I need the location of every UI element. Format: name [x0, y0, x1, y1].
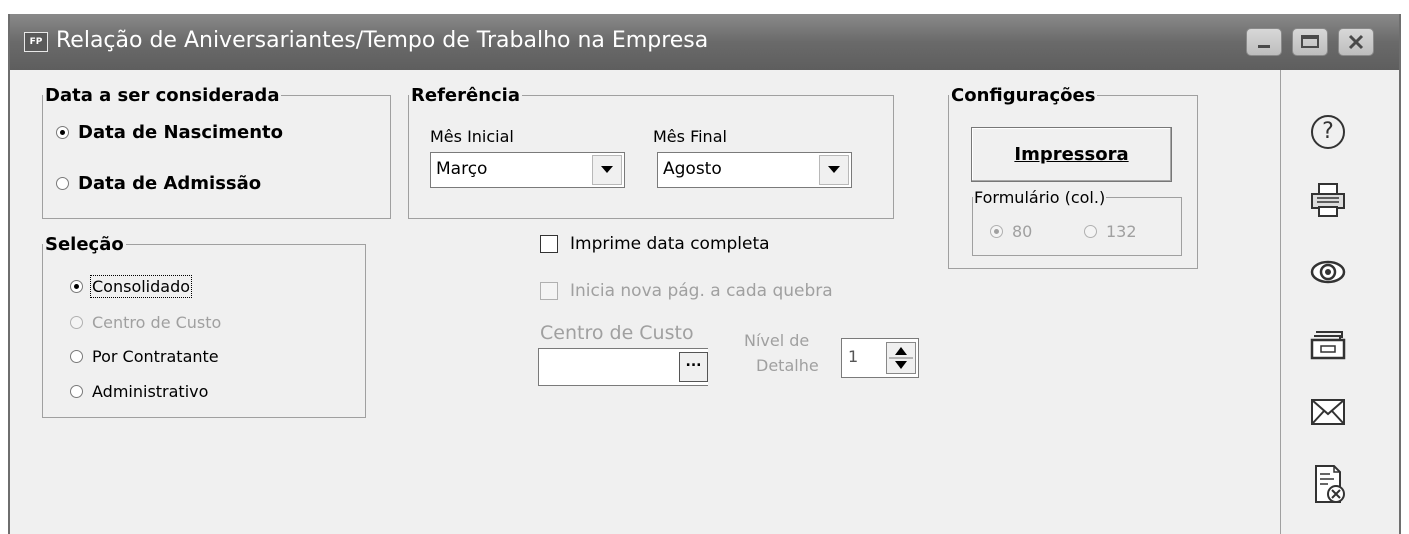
- window-title: Relação de Aniversariantes/Tempo de Trab…: [56, 28, 709, 53]
- print-button[interactable]: [1306, 178, 1350, 222]
- nivel-label-line1: Nível de: [744, 331, 810, 350]
- impressora-label: Impressora: [1014, 144, 1129, 165]
- mes-inicial-select[interactable]: Março: [430, 152, 625, 188]
- window-content: Data a ser considerada Data de Nasciment…: [10, 70, 1399, 534]
- checkbox-box: [540, 235, 558, 253]
- sidebar-separator: [1280, 70, 1281, 534]
- selecao-legend: Seleção: [45, 234, 124, 255]
- radio-label: 132: [1106, 222, 1137, 241]
- close-window-button[interactable]: [1338, 28, 1374, 56]
- radio-label: Administrativo: [92, 382, 209, 401]
- email-icon: [1311, 399, 1345, 425]
- radio-circle: [56, 177, 69, 190]
- radio-por-contratante[interactable]: Por Contratante: [70, 347, 219, 366]
- radio-centro-custo[interactable]: Centro de Custo: [70, 313, 221, 332]
- checkbox-box: [540, 282, 558, 300]
- referencia-legend: Referência: [411, 85, 520, 106]
- radio-label: Consolidado: [89, 275, 193, 298]
- radio-label: Data de Admissão: [78, 173, 262, 194]
- nivel-label-line2: Detalhe: [756, 356, 819, 375]
- imprime-data-completa-checkbox[interactable]: Imprime data completa: [540, 234, 770, 254]
- export-icon: [1310, 331, 1346, 360]
- spinner-arrows-icon: [889, 347, 913, 369]
- centro-custo-field[interactable]: ...: [538, 348, 708, 386]
- email-button[interactable]: [1306, 390, 1350, 434]
- radio-consolidado[interactable]: Consolidado: [70, 275, 193, 298]
- radio-col-132[interactable]: 132: [1084, 222, 1137, 241]
- mes-inicial-label: Mês Inicial: [430, 127, 514, 146]
- close-icon: [1348, 34, 1364, 50]
- export-button[interactable]: [1306, 322, 1350, 366]
- app-icon: FP: [24, 32, 48, 52]
- radio-administrativo[interactable]: Administrativo: [70, 382, 208, 401]
- centro-custo-label: Centro de Custo: [540, 322, 694, 344]
- minimize-icon: [1258, 45, 1270, 48]
- spinner-arrows[interactable]: [886, 342, 916, 374]
- radio-circle: [990, 225, 1003, 238]
- help-button[interactable]: ?: [1306, 110, 1350, 154]
- mes-inicial-value: Março: [436, 159, 488, 179]
- title-bar: FP Relação de Aniversariantes/Tempo de T…: [10, 14, 1399, 70]
- radio-label: Por Contratante: [92, 347, 219, 366]
- radio-col-80[interactable]: 80: [990, 222, 1032, 241]
- radio-circle: [56, 126, 69, 139]
- maximize-button[interactable]: [1292, 28, 1328, 56]
- minimize-button[interactable]: [1246, 28, 1282, 56]
- radio-circle: [70, 316, 83, 329]
- checkbox-label: Imprime data completa: [570, 234, 770, 254]
- preview-button[interactable]: [1306, 250, 1350, 294]
- checkbox-label: Inicia nova pág. a cada quebra: [570, 281, 833, 301]
- help-icon: ?: [1311, 115, 1345, 149]
- nivel-detalhe-spinner[interactable]: 1: [841, 338, 919, 378]
- radio-circle: [70, 280, 83, 293]
- mes-final-value: Agosto: [663, 159, 722, 179]
- impressora-button[interactable]: Impressora: [971, 127, 1172, 182]
- mes-final-label: Mês Final: [653, 127, 727, 146]
- formulario-legend: Formulário (col.): [974, 188, 1106, 207]
- radio-label: Data de Nascimento: [78, 122, 283, 143]
- maximize-icon: [1301, 35, 1319, 48]
- chevron-down-icon[interactable]: [819, 155, 849, 185]
- chevron-down-icon[interactable]: [592, 155, 622, 185]
- ellipsis-button[interactable]: ...: [679, 352, 708, 382]
- nivel-value: 1: [848, 347, 859, 366]
- radio-data-nascimento[interactable]: Data de Nascimento: [56, 122, 283, 143]
- radio-circle: [70, 385, 83, 398]
- mes-final-select[interactable]: Agosto: [657, 152, 852, 188]
- date-type-legend: Data a ser considerada: [45, 85, 280, 106]
- radio-circle: [1084, 225, 1097, 238]
- radio-data-admissao[interactable]: Data de Admissão: [56, 173, 261, 194]
- close-report-button[interactable]: [1306, 462, 1350, 506]
- inicia-nova-pag-checkbox[interactable]: Inicia nova pág. a cada quebra: [540, 281, 833, 301]
- radio-circle: [70, 350, 83, 363]
- configuracoes-legend: Configurações: [951, 85, 1096, 106]
- radio-label: 80: [1012, 222, 1033, 241]
- date-type-group: Data a ser considerada: [42, 85, 391, 219]
- close-report-icon: [1315, 465, 1345, 503]
- radio-label: Centro de Custo: [92, 313, 222, 332]
- printer-icon: [1311, 183, 1345, 217]
- report-window: FP Relação de Aniversariantes/Tempo de T…: [8, 14, 1401, 534]
- preview-eye-icon: [1310, 260, 1346, 284]
